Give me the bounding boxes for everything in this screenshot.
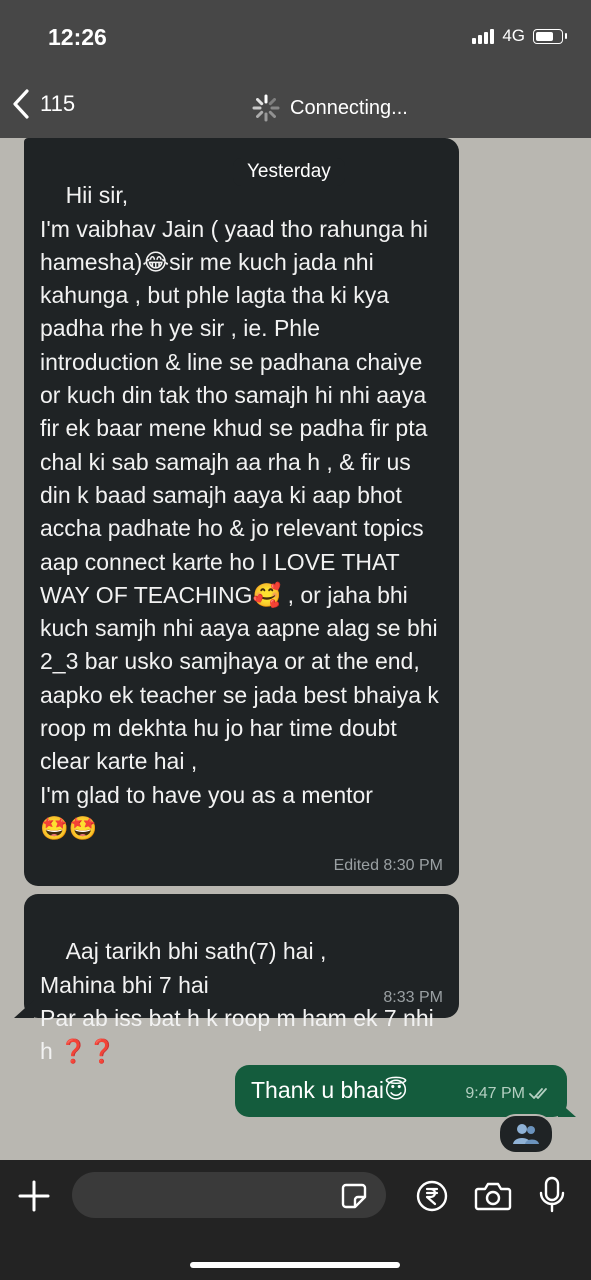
attach-button[interactable] [16, 1178, 52, 1219]
voice-message-button[interactable] [538, 1176, 566, 1219]
camera-icon [474, 1182, 512, 1211]
unread-count: 115 [40, 91, 76, 116]
message-input[interactable] [72, 1172, 386, 1218]
incoming-message-bubble[interactable]: Hii sir, I'm vaibhav Jain ( yaad tho rah… [24, 138, 459, 886]
rupee-icon [416, 1180, 448, 1212]
signal-icon [472, 28, 495, 44]
message-timestamp: 8:33 PM [383, 989, 443, 1006]
status-bar: 12:26 4G [0, 0, 591, 74]
status-indicators: 4G [472, 26, 567, 46]
composer-bar [0, 1160, 591, 1280]
message-list[interactable]: Hii sir, I'm vaibhav Jain ( yaad tho rah… [0, 138, 591, 1160]
date-separator: Yesterday [233, 158, 345, 186]
message-meta: 9:47 PM [465, 1084, 551, 1104]
double-check-icon [529, 1088, 547, 1099]
battery-icon [533, 28, 567, 44]
contact-avatar-icon [513, 1124, 539, 1144]
chevron-left-icon [13, 89, 29, 119]
connection-label: Connecting... [290, 96, 408, 119]
payment-button[interactable] [416, 1180, 448, 1217]
message-timestamp: Edited 8:30 PM [333, 857, 443, 874]
message-text: Hii sir, I'm vaibhav Jain ( yaad tho rah… [40, 182, 439, 841]
plus-icon [18, 1180, 50, 1212]
spinner-icon [252, 94, 280, 122]
microphone-icon [539, 1176, 565, 1213]
outgoing-message-bubble[interactable]: Thank u bhai😇 9:47 PM [235, 1065, 567, 1117]
chat-header: 115 Connecting... [0, 74, 591, 138]
message-text: Aaj tarikh bhi sath(7) hai , Mahina bhi … [40, 938, 434, 1065]
sticker-icon [341, 1183, 367, 1209]
home-indicator[interactable] [190, 1262, 400, 1268]
message-timestamp: 9:47 PM [465, 1085, 525, 1102]
network-label: 4G [502, 26, 525, 45]
sticker-button[interactable] [340, 1182, 368, 1215]
reaction-badge[interactable] [498, 1114, 554, 1154]
status-time: 12:26 [48, 24, 107, 50]
incoming-message-bubble[interactable]: Aaj tarikh bhi sath(7) hai , Mahina bhi … [24, 894, 459, 1064]
connection-status: Connecting... [252, 94, 408, 122]
camera-button[interactable] [474, 1180, 512, 1217]
message-text: Thank u bhai😇 [251, 1077, 408, 1103]
back-button[interactable]: 115 [12, 88, 75, 120]
